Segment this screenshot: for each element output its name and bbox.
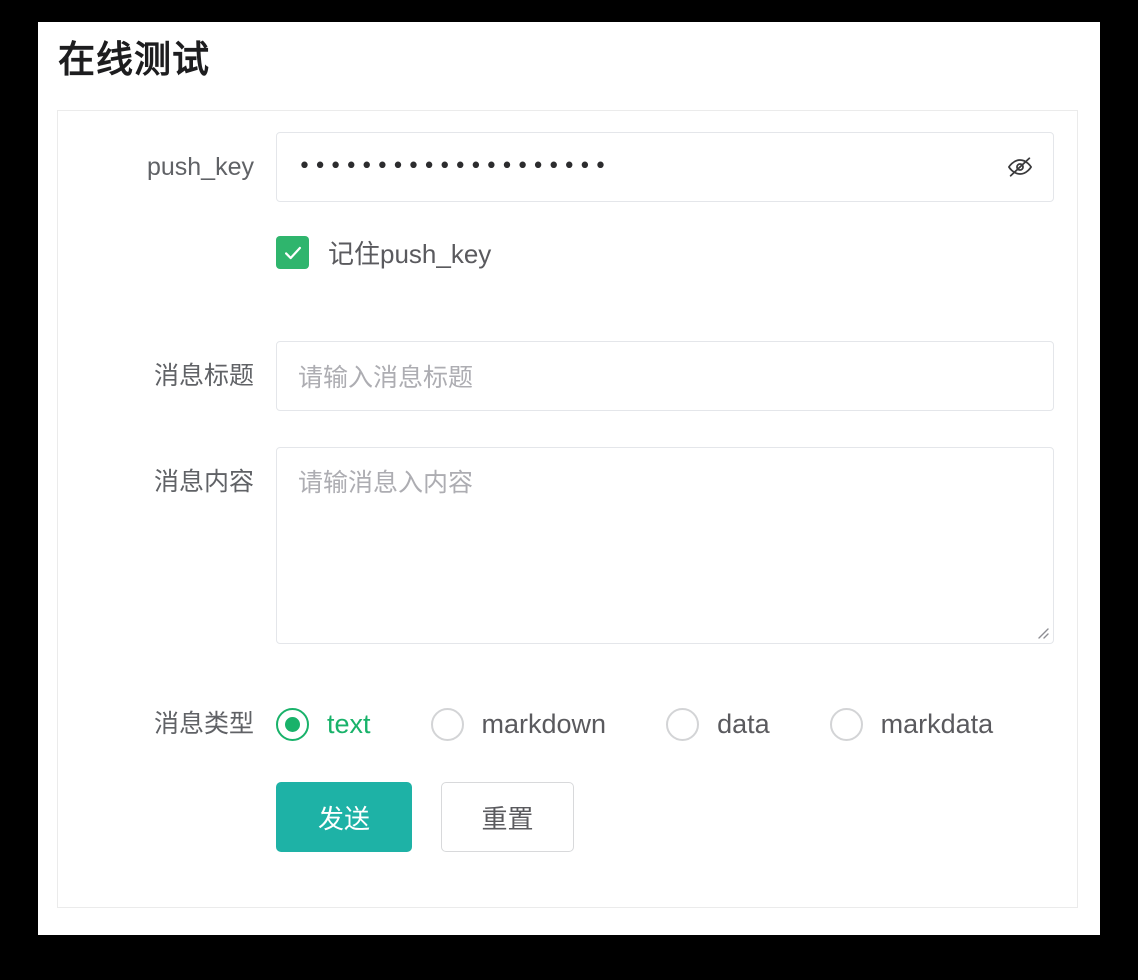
radio-option-markdown[interactable]: markdown (430, 707, 607, 741)
message-type-row: 消息类型 text markdown data markdata (58, 689, 993, 759)
remember-push-key-checkbox[interactable]: 记住push_key (276, 234, 491, 271)
message-title-label: 消息标题 (153, 362, 254, 390)
radio-label-markdata: markdata (880, 708, 994, 739)
checkbox-checked-icon (276, 236, 309, 269)
message-type-radio-group: text markdown data markdata (276, 689, 993, 759)
resize-handle-icon[interactable] (1034, 624, 1050, 640)
remember-row: 记住push_key (58, 234, 491, 271)
eye-off-icon[interactable] (1005, 152, 1035, 182)
radio-circle-icon (430, 707, 464, 741)
push-key-value: •••••••••••••••••••• (298, 154, 610, 179)
page-card: 在线测试 push_key •••••••••••••••••••• 记住pus… (38, 22, 1100, 935)
radio-circle-icon (276, 707, 309, 741)
radio-circle-icon (829, 707, 863, 741)
radio-option-data[interactable]: data (666, 707, 770, 741)
message-content-textarea[interactable]: 请输消息入内容 (276, 447, 1054, 644)
test-form-panel: push_key •••••••••••••••••••• 记住push_key… (57, 110, 1078, 908)
push-key-row: push_key •••••••••••••••••••• (58, 132, 1054, 202)
message-title-row: 消息标题 请输入消息标题 (58, 341, 1054, 411)
radio-label-data: data (717, 708, 770, 739)
radio-option-text[interactable]: text (276, 707, 371, 741)
message-title-placeholder: 请输入消息标题 (298, 364, 474, 392)
page-title: 在线测试 (58, 39, 210, 80)
message-content-label: 消息内容 (153, 468, 254, 496)
message-title-input[interactable]: 请输入消息标题 (276, 341, 1054, 411)
send-button[interactable]: 发送 (276, 782, 412, 852)
radio-circle-icon (666, 707, 700, 741)
radio-label-text: text (327, 708, 371, 739)
remember-push-key-label: 记住push_key (328, 239, 492, 269)
radio-label-markdown: markdown (481, 708, 607, 739)
message-content-row: 消息内容 请输消息入内容 (58, 447, 1054, 644)
radio-option-markdata[interactable]: markdata (829, 707, 994, 741)
message-type-label: 消息类型 (153, 710, 254, 738)
form-actions-row: 发送 重置 (58, 782, 574, 852)
push-key-label: push_key (146, 153, 254, 181)
push-key-input[interactable]: •••••••••••••••••••• (276, 132, 1054, 202)
reset-button[interactable]: 重置 (441, 782, 574, 852)
message-content-placeholder: 请输消息入内容 (298, 469, 474, 497)
